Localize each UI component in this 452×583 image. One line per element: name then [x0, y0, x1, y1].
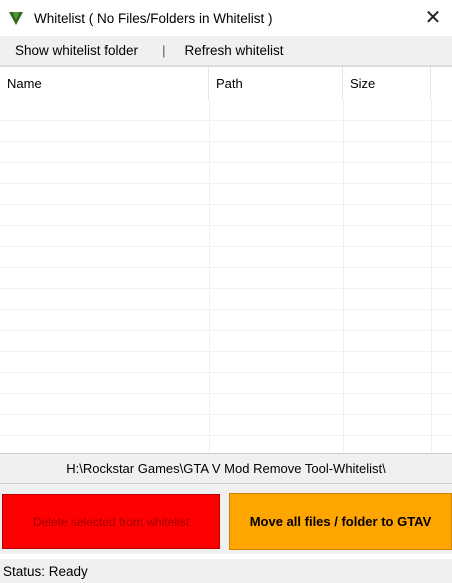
table-row	[0, 142, 452, 163]
table-row	[0, 184, 452, 205]
delete-from-whitelist-button[interactable]: Delete selected from whitelist	[2, 494, 220, 549]
column-header-path[interactable]: Path	[209, 67, 343, 100]
table-row	[0, 205, 452, 226]
table-row	[0, 121, 452, 142]
column-header-filler	[431, 67, 452, 100]
close-button[interactable]: ✕	[414, 0, 452, 34]
table-body	[0, 100, 452, 453]
table-row	[0, 415, 452, 436]
table-row	[0, 289, 452, 310]
whitelist-path-display: H:\Rockstar Games\GTA V Mod Remove Tool-…	[0, 453, 452, 484]
gta-v-icon	[7, 9, 25, 27]
menu-bar: Show whitelist folder | Refresh whitelis…	[0, 36, 452, 66]
status-bar: Status: Ready	[0, 559, 452, 583]
table-row	[0, 373, 452, 394]
table-row	[0, 394, 452, 415]
column-header-size[interactable]: Size	[343, 67, 431, 100]
window-title: Whitelist ( No Files/Folders in Whitelis…	[34, 10, 273, 26]
table-row	[0, 352, 452, 373]
table-header: Name Path Size	[0, 67, 452, 100]
table-row	[0, 268, 452, 289]
table-row	[0, 331, 452, 352]
menu-separator: |	[162, 43, 166, 58]
table-row	[0, 226, 452, 247]
title-bar: Whitelist ( No Files/Folders in Whitelis…	[0, 0, 452, 36]
column-header-name[interactable]: Name	[0, 67, 209, 100]
table-row	[0, 163, 452, 184]
whitelist-table[interactable]: Name Path Size	[0, 66, 452, 453]
table-row	[0, 310, 452, 331]
status-text: Status: Ready	[3, 563, 88, 579]
table-row	[0, 100, 452, 121]
show-whitelist-folder-menu[interactable]: Show whitelist folder	[0, 43, 138, 58]
table-row	[0, 247, 452, 268]
table-row	[0, 436, 452, 453]
refresh-whitelist-menu[interactable]: Refresh whitelist	[184, 43, 283, 58]
move-all-to-gtav-button[interactable]: Move all files / folder to GTAV	[229, 493, 452, 550]
button-area: Delete selected from whitelist Move all …	[0, 484, 452, 554]
